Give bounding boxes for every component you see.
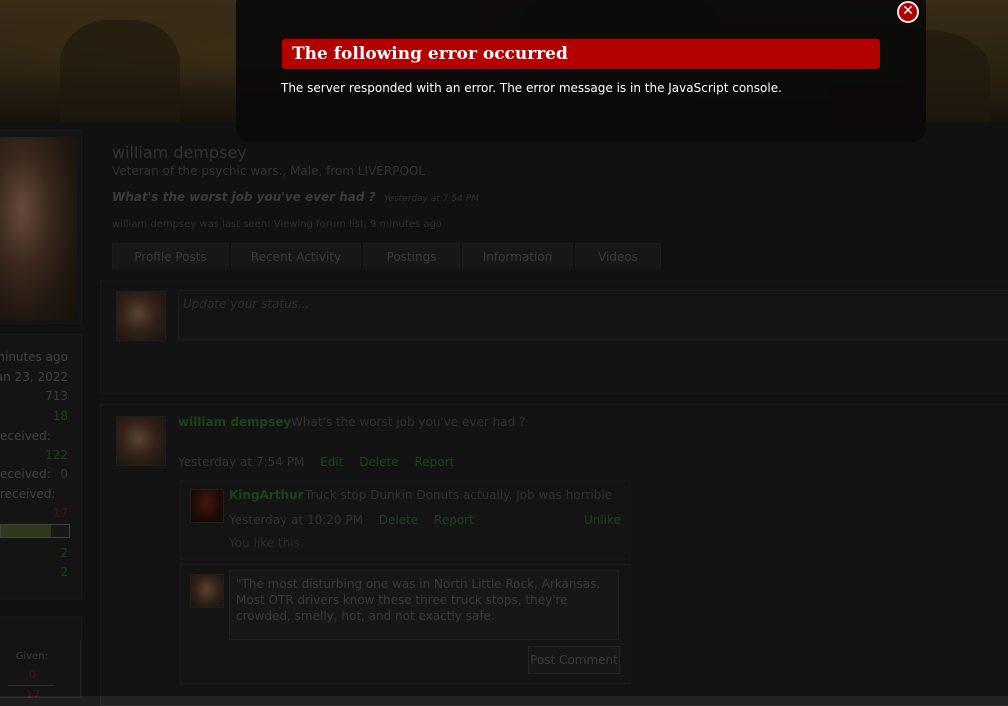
error-overlay [236, 0, 926, 142]
error-title: The following error occurred [282, 39, 880, 69]
error-message: The server responded with an error. The … [281, 81, 782, 95]
close-icon[interactable]: ✕ [897, 1, 919, 23]
